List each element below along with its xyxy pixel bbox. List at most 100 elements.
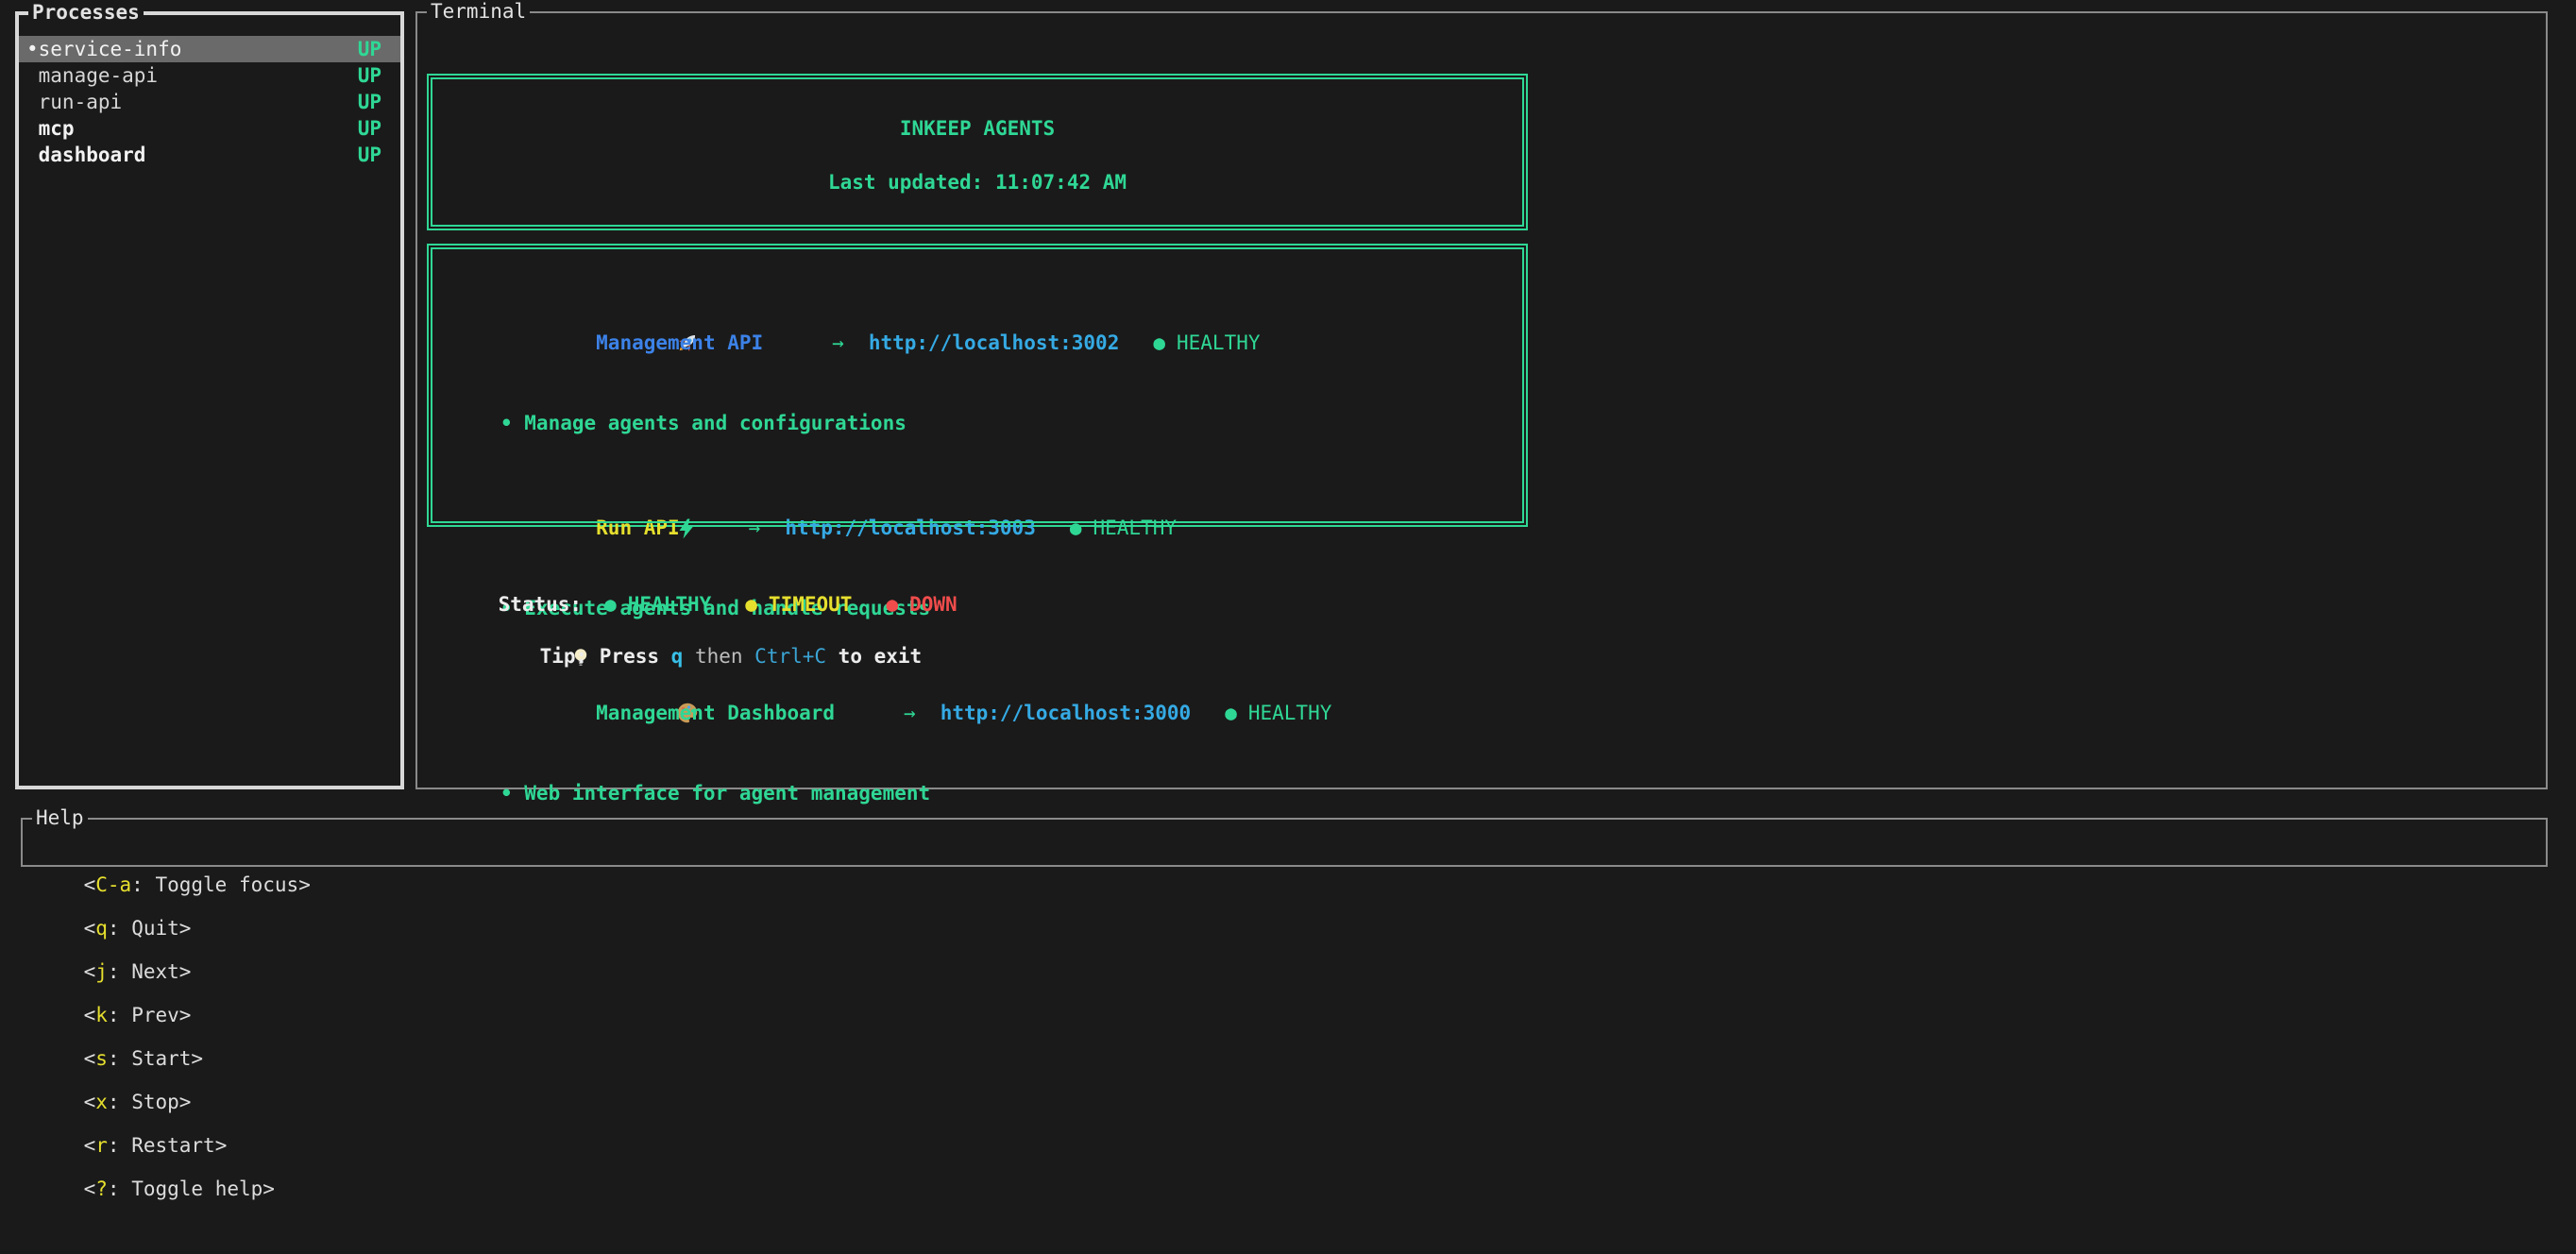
tip-suffix: to exit — [826, 645, 922, 668]
help-label: Stop — [131, 1091, 179, 1113]
help-key: k — [95, 1004, 108, 1026]
help-key: q — [95, 917, 108, 940]
bracket: > — [179, 1091, 192, 1113]
help-panel-title: Help — [32, 805, 88, 831]
separator: : — [131, 873, 155, 896]
tip-line: Tip: Press q then Ctrl+C to exit — [450, 591, 922, 723]
help-label: Next — [131, 960, 179, 983]
help-shortcuts-line: <C-a: Toggle focus> <q: Quit> <j: Next> … — [23, 820, 2546, 1254]
separator: : — [108, 1134, 131, 1157]
health-dot-icon: ● — [1070, 517, 1082, 539]
help-label: Start — [131, 1047, 191, 1070]
agents-heading: INKEEP AGENTS — [429, 115, 1526, 142]
bracket: > — [179, 917, 192, 940]
process-name: dashboard — [26, 142, 145, 168]
tip-middle: then — [683, 645, 754, 668]
process-status-badge: UP — [358, 115, 381, 142]
processes-panel-title: Processes — [28, 0, 144, 25]
process-status-badge: UP — [358, 36, 381, 62]
service-url[interactable]: http://localhost:3000 — [941, 702, 1192, 724]
help-item-start: <s: Start> — [84, 1047, 203, 1070]
health-dot-icon: ● — [1225, 702, 1237, 724]
help-item-toggle-focus: <C-a: Toggle focus> — [84, 873, 311, 896]
bracket: < — [84, 1178, 96, 1200]
process-row-manage-api[interactable]: manage-api UP — [19, 62, 400, 89]
service-name: Run API — [596, 517, 680, 539]
separator: : — [108, 917, 131, 940]
service-health-status: HEALTHY — [1177, 331, 1261, 354]
help-label: Restart — [131, 1134, 215, 1157]
tip-prefix: Tip: Press — [540, 645, 671, 668]
tip-key-ctrl-c: Ctrl+C — [754, 645, 826, 668]
bracket: < — [84, 1091, 96, 1113]
process-status-badge: UP — [358, 62, 381, 89]
bracket: < — [84, 1004, 96, 1026]
processes-panel: Processes •service-info UP manage-api UP… — [15, 11, 404, 789]
process-row-mcp[interactable]: mcp UP — [19, 115, 400, 142]
bracket: < — [84, 960, 96, 983]
process-list: •service-info UP manage-api UP run-api U… — [19, 36, 400, 168]
help-item-prev: <k: Prev> — [84, 1004, 192, 1026]
service-description: • Web interface for agent management — [500, 780, 1526, 806]
help-key: s — [95, 1047, 108, 1070]
bracket: > — [298, 873, 311, 896]
help-item-restart: <r: Restart> — [84, 1134, 228, 1157]
separator: : — [108, 960, 131, 983]
tip-key-q: q — [671, 645, 684, 668]
bracket: > — [179, 960, 192, 983]
lightbulb-icon — [499, 618, 540, 697]
help-key: r — [95, 1134, 108, 1157]
help-key: ? — [95, 1178, 108, 1200]
rocket-icon — [555, 304, 596, 383]
process-row-dashboard[interactable]: dashboard UP — [19, 142, 400, 168]
lightning-icon — [555, 489, 596, 568]
service-url[interactable]: http://localhost:3002 — [869, 331, 1120, 354]
agents-header-box: INKEEP AGENTS Last updated: 11:07:42 AM — [427, 74, 1528, 230]
process-row-service-info[interactable]: •service-info UP — [19, 36, 400, 62]
process-name: run-api — [26, 89, 122, 115]
terminal-panel: Terminal INKEEP AGENTS Last updated: 11:… — [415, 11, 2548, 789]
separator: : — [108, 1004, 131, 1026]
bracket: > — [215, 1134, 228, 1157]
bracket: > — [179, 1004, 192, 1026]
bracket: < — [84, 1047, 96, 1070]
help-panel: Help <C-a: Toggle focus> <q: Quit> <j: N… — [21, 818, 2548, 867]
process-status-badge: UP — [358, 89, 381, 115]
service-description: • Manage agents and configurations — [500, 410, 1526, 436]
service-entry-management-api: Management API → http://localhost:3002 ● HEA… — [460, 278, 1526, 436]
process-name: manage-api — [26, 62, 158, 89]
health-dot-icon: ● — [1153, 331, 1165, 354]
process-row-run-api[interactable]: run-api UP — [19, 89, 400, 115]
separator: : — [108, 1091, 131, 1113]
arrow-icon: → — [749, 517, 761, 539]
help-label: Toggle focus — [155, 873, 298, 896]
help-item-stop: <x: Stop> — [84, 1091, 192, 1113]
bracket: < — [84, 1134, 96, 1157]
help-item-next: <j: Next> — [84, 960, 192, 983]
separator: : — [108, 1047, 131, 1070]
process-name: mcp — [26, 115, 75, 142]
bracket: > — [263, 1178, 275, 1200]
help-key: x — [95, 1091, 108, 1113]
help-label: Toggle help — [131, 1178, 263, 1200]
help-item-toggle-help: <?: Toggle help> — [84, 1178, 275, 1200]
bracket: < — [84, 917, 96, 940]
service-name: Management API — [596, 331, 763, 354]
process-name: •service-info — [26, 36, 181, 62]
service-health-status: HEALTHY — [1093, 517, 1178, 539]
services-box: Management API → http://localhost:3002 ● HEA… — [427, 244, 1528, 527]
help-item-quit: <q: Quit> — [84, 917, 192, 940]
separator: : — [108, 1178, 131, 1200]
help-key: j — [95, 960, 108, 983]
terminal-panel-title: Terminal — [427, 0, 530, 25]
help-key: C-a — [95, 873, 131, 896]
service-line: Management API → http://localhost:3002 ● HEA… — [460, 278, 1526, 410]
arrow-icon: → — [832, 331, 844, 354]
service-health-status: HEALTHY — [1248, 702, 1332, 724]
bracket: < — [84, 873, 96, 896]
help-label: Prev — [131, 1004, 179, 1026]
bracket: > — [191, 1047, 203, 1070]
process-status-badge: UP — [358, 142, 381, 168]
service-url[interactable]: http://localhost:3003 — [785, 517, 1036, 539]
help-label: Quit — [131, 917, 179, 940]
